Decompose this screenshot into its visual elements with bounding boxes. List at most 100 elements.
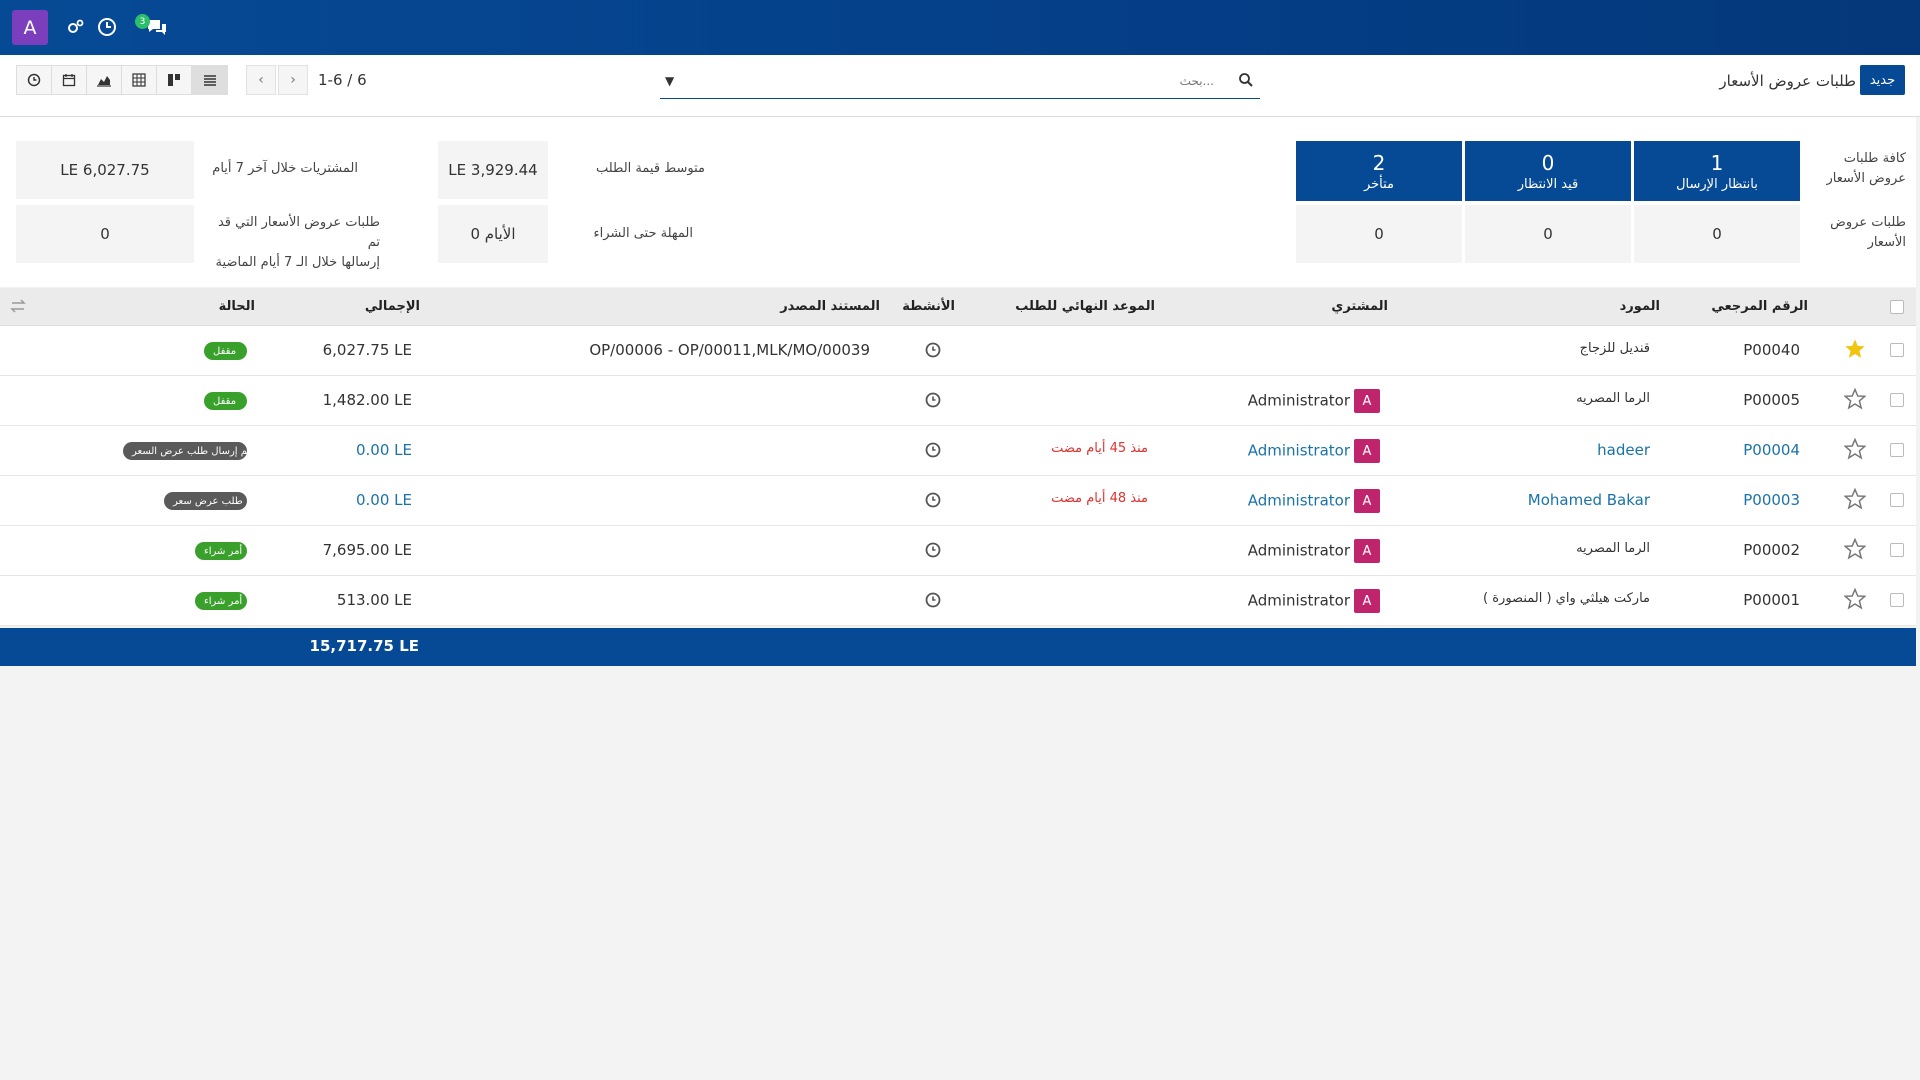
row-checkbox[interactable]	[1890, 393, 1904, 407]
activity-clock-icon[interactable]	[925, 592, 941, 608]
stat-late[interactable]: 2 متأخر	[1296, 141, 1462, 201]
optional-columns-icon[interactable]	[10, 298, 26, 314]
search-bar: ▼	[660, 67, 1260, 99]
row-vendor[interactable]: ماركت هيلثي واي ( المنصورة )	[1483, 591, 1650, 606]
row-deadline: منذ 45 أيام مضت	[1051, 441, 1148, 456]
breadcrumb: طلبات عروض الأسعار	[1719, 72, 1856, 90]
row-buyer[interactable]: Administrator A	[1248, 589, 1380, 613]
my-late-cell[interactable]: 0	[1296, 205, 1462, 263]
buyer-avatar: A	[1354, 539, 1380, 563]
row-reference[interactable]: P00005	[1743, 391, 1800, 409]
view-switcher	[16, 65, 228, 95]
table-row[interactable]: P00002 الرما المصريه Administrator A 7,695.0…	[0, 526, 1920, 576]
table-footer: 15,717.75 LE	[0, 628, 1920, 666]
settings-icon[interactable]	[64, 16, 86, 38]
row-vendor[interactable]: Mohamed Bakar	[1528, 491, 1650, 509]
table-row[interactable]: P00001 ماركت هيلثي واي ( المنصورة ) Admini…	[0, 576, 1920, 626]
my-to-send-cell[interactable]: 0	[1634, 205, 1800, 263]
header-activities[interactable]: الأنشطة	[902, 299, 955, 314]
activity-clock-icon[interactable]	[925, 342, 941, 358]
row-reference[interactable]: P00003	[1743, 491, 1800, 509]
row-status-badge: تم إرسال طلب عرض السعر	[123, 442, 250, 460]
row-checkbox[interactable]	[1890, 543, 1904, 557]
table-row[interactable]: P00004 hadeer Administrator A منذ 45 أيام مض…	[0, 426, 1920, 476]
lead-time-value: 0 الأيام	[438, 205, 548, 263]
row-total: 1,482.00 LE	[322, 391, 412, 409]
header-total[interactable]: الإجمالي	[365, 299, 420, 314]
row-checkbox[interactable]	[1890, 443, 1904, 457]
rfq-sent-value: 0	[16, 205, 194, 263]
all-rfq-label: كافة طلبات عروض الأسعار	[1826, 151, 1907, 186]
row-vendor[interactable]: hadeer	[1597, 441, 1650, 459]
search-input[interactable]	[694, 69, 1214, 93]
pager-value[interactable]: 1-6 / 6	[318, 71, 367, 89]
activity-clock-icon[interactable]	[925, 542, 941, 558]
scroll-gutter	[1916, 117, 1920, 1080]
control-panel: جديد طلبات عروض الأسعار ▼ 1-6 / 6 ‹ ›	[0, 55, 1920, 117]
table-row[interactable]: P00040 قنديل للزجاج OP/00006 - OP/00011,ML…	[0, 326, 1920, 376]
header-vendor[interactable]: المورد	[1620, 299, 1660, 314]
table-row[interactable]: P00003 Mohamed Bakar Administrator A منذ 48 …	[0, 476, 1920, 526]
star-empty-icon[interactable]	[1843, 537, 1867, 560]
pager-previous-button[interactable]: ‹	[246, 65, 276, 95]
pivot-view-icon[interactable]	[122, 66, 157, 94]
activity-clock-icon[interactable]	[925, 392, 941, 408]
stat-waiting[interactable]: 0 قيد الانتظار	[1465, 141, 1631, 201]
activity-view-icon[interactable]	[17, 66, 52, 94]
row-reference[interactable]: P00001	[1743, 591, 1800, 609]
app-avatar[interactable]: A	[12, 10, 48, 45]
top-navbar: A 3	[0, 0, 1920, 55]
row-buyer[interactable]: Administrator A	[1248, 389, 1380, 413]
row-status-badge: أمر شراء	[195, 542, 247, 560]
search-options-caret-icon[interactable]: ▼	[665, 74, 674, 88]
header-buyer[interactable]: المشتري	[1331, 299, 1388, 314]
row-checkbox[interactable]	[1890, 343, 1904, 357]
row-reference[interactable]: P00040	[1743, 341, 1800, 359]
graph-view-icon[interactable]	[87, 66, 122, 94]
row-buyer[interactable]: Administrator A	[1248, 539, 1380, 563]
clock-icon[interactable]	[96, 16, 118, 38]
header-source[interactable]: المستند المصدر	[780, 299, 880, 314]
row-reference[interactable]: P00002	[1743, 541, 1800, 559]
activity-clock-icon[interactable]	[925, 492, 941, 508]
star-empty-icon[interactable]	[1843, 387, 1867, 410]
stat-waiting-label: قيد الانتظار	[1517, 176, 1579, 192]
rfq-sent-label: طلبات عروض الأسعار التي قد تم إرسالها خل…	[205, 213, 380, 273]
pager-next-button[interactable]: ›	[278, 65, 308, 95]
row-reference[interactable]: P00004	[1743, 441, 1800, 459]
calendar-view-icon[interactable]	[52, 66, 87, 94]
row-vendor[interactable]: الرما المصريه	[1576, 391, 1650, 406]
row-buyer-name: Administrator	[1247, 391, 1350, 410]
stat-to-send[interactable]: 1 بانتظار الإرسال	[1634, 141, 1800, 201]
rfq-sent-label-line-1: طلبات عروض الأسعار التي قد تم	[217, 215, 380, 250]
select-all-checkbox[interactable]	[1890, 300, 1904, 314]
row-checkbox[interactable]	[1890, 493, 1904, 507]
header-status[interactable]: الحالة	[219, 299, 255, 314]
buyer-avatar: A	[1354, 389, 1380, 413]
row-total: 7,695.00 LE	[322, 541, 412, 559]
star-empty-icon[interactable]	[1843, 487, 1867, 510]
search-icon[interactable]	[1238, 72, 1254, 88]
row-status-badge: أمر شراء	[195, 592, 247, 610]
notification-badge: 3	[135, 14, 150, 29]
row-buyer[interactable]: Administrator A	[1248, 489, 1380, 513]
star-empty-icon[interactable]	[1843, 587, 1867, 610]
row-vendor[interactable]: الرما المصريه	[1576, 541, 1650, 556]
my-waiting-cell[interactable]: 0	[1465, 205, 1631, 263]
row-vendor[interactable]: قنديل للزجاج	[1580, 341, 1650, 356]
header-reference[interactable]: الرقم المرجعي	[1711, 299, 1808, 314]
new-button[interactable]: جديد	[1860, 65, 1905, 95]
activity-clock-icon[interactable]	[925, 442, 941, 458]
list-view-icon[interactable]	[192, 66, 227, 94]
row-status-badge: مقفل	[204, 392, 247, 410]
star-empty-icon[interactable]	[1843, 437, 1867, 460]
row-checkbox[interactable]	[1890, 593, 1904, 607]
table-row[interactable]: P00005 الرما المصريه Administrator A 1,482.0…	[0, 376, 1920, 426]
stat-to-send-label: بانتظار الإرسال	[1676, 176, 1758, 192]
header-deadline[interactable]: الموعد النهائي للطلب	[1015, 299, 1155, 314]
kanban-view-icon[interactable]	[157, 66, 192, 94]
row-buyer[interactable]: Administrator A	[1248, 439, 1380, 463]
footer-total: 15,717.75 LE	[309, 637, 419, 655]
star-filled-icon[interactable]	[1844, 338, 1866, 360]
stat-late-value: 2	[1372, 150, 1386, 175]
